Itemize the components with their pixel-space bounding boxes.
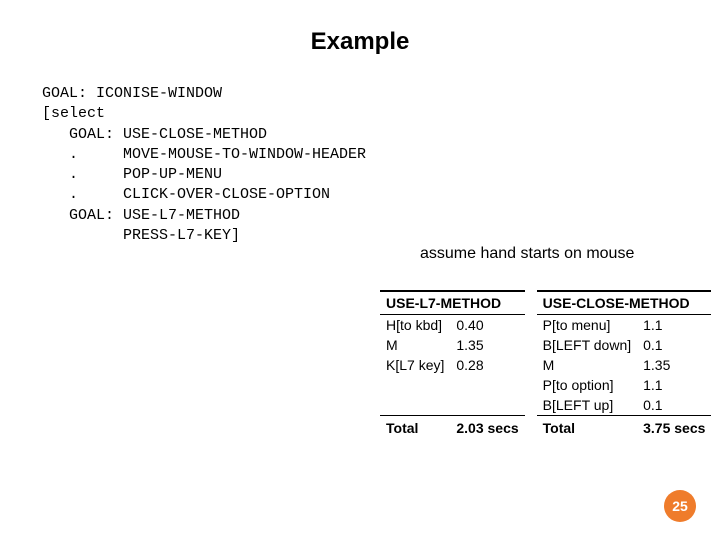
table-use-close-method: USE-CLOSE-METHOD P[to menu] 1.1 B[LEFT d… bbox=[537, 290, 712, 438]
table-right-body: P[to menu] 1.1 B[LEFT down] 0.1 M 1.35 P… bbox=[537, 315, 712, 439]
table-row: B[LEFT up] 0.1 bbox=[537, 395, 712, 416]
table-row: K[L7 key] 0.28 bbox=[380, 355, 525, 375]
table-use-l7-method: USE-L7-METHOD H[to kbd] 0.40 M 1.35 K[L7… bbox=[380, 290, 525, 438]
cell-value: 1.1 bbox=[637, 375, 711, 395]
cell-label: P[to menu] bbox=[537, 315, 637, 336]
cell-label: H[to kbd] bbox=[380, 315, 450, 336]
cell-label: P[to option] bbox=[537, 375, 637, 395]
table-left-header: USE-L7-METHOD bbox=[380, 291, 525, 315]
cell-value: 0.40 bbox=[450, 315, 524, 336]
table-row: M 1.35 bbox=[537, 355, 712, 375]
slide: Example GOAL: ICONISE-WINDOW [select GOA… bbox=[0, 0, 720, 540]
total-value: 3.75 secs bbox=[637, 416, 711, 439]
table-right-header: USE-CLOSE-METHOD bbox=[537, 291, 712, 315]
table-right-total-row: Total 3.75 secs bbox=[537, 416, 712, 439]
table-row: P[to option] 1.1 bbox=[537, 375, 712, 395]
total-value: 2.03 secs bbox=[450, 416, 524, 439]
cell-label: M bbox=[537, 355, 637, 375]
table-row-empty bbox=[380, 395, 525, 416]
goms-code-block: GOAL: ICONISE-WINDOW [select GOAL: USE-C… bbox=[42, 84, 720, 246]
cell-value: 0.1 bbox=[637, 395, 711, 416]
table-left-body: H[to kbd] 0.40 M 1.35 K[L7 key] 0.28 Tot… bbox=[380, 315, 525, 439]
slide-title: Example bbox=[0, 0, 720, 84]
tables-container: USE-L7-METHOD H[to kbd] 0.40 M 1.35 K[L7… bbox=[380, 290, 711, 438]
cell-label: B[LEFT down] bbox=[537, 335, 637, 355]
total-label: Total bbox=[537, 416, 637, 439]
page-number-badge: 25 bbox=[664, 490, 696, 522]
total-label: Total bbox=[380, 416, 450, 439]
cell-value: 1.35 bbox=[637, 355, 711, 375]
table-row: P[to menu] 1.1 bbox=[537, 315, 712, 336]
cell-value: 0.28 bbox=[450, 355, 524, 375]
table-row: B[LEFT down] 0.1 bbox=[537, 335, 712, 355]
table-row: M 1.35 bbox=[380, 335, 525, 355]
cell-value: 0.1 bbox=[637, 335, 711, 355]
table-row-empty bbox=[380, 375, 525, 395]
cell-label: K[L7 key] bbox=[380, 355, 450, 375]
assumption-note: assume hand starts on mouse bbox=[420, 245, 634, 263]
cell-label: M bbox=[380, 335, 450, 355]
cell-value: 1.1 bbox=[637, 315, 711, 336]
table-left-total-row: Total 2.03 secs bbox=[380, 416, 525, 439]
cell-value: 1.35 bbox=[450, 335, 524, 355]
cell-label: B[LEFT up] bbox=[537, 395, 637, 416]
table-row: H[to kbd] 0.40 bbox=[380, 315, 525, 336]
